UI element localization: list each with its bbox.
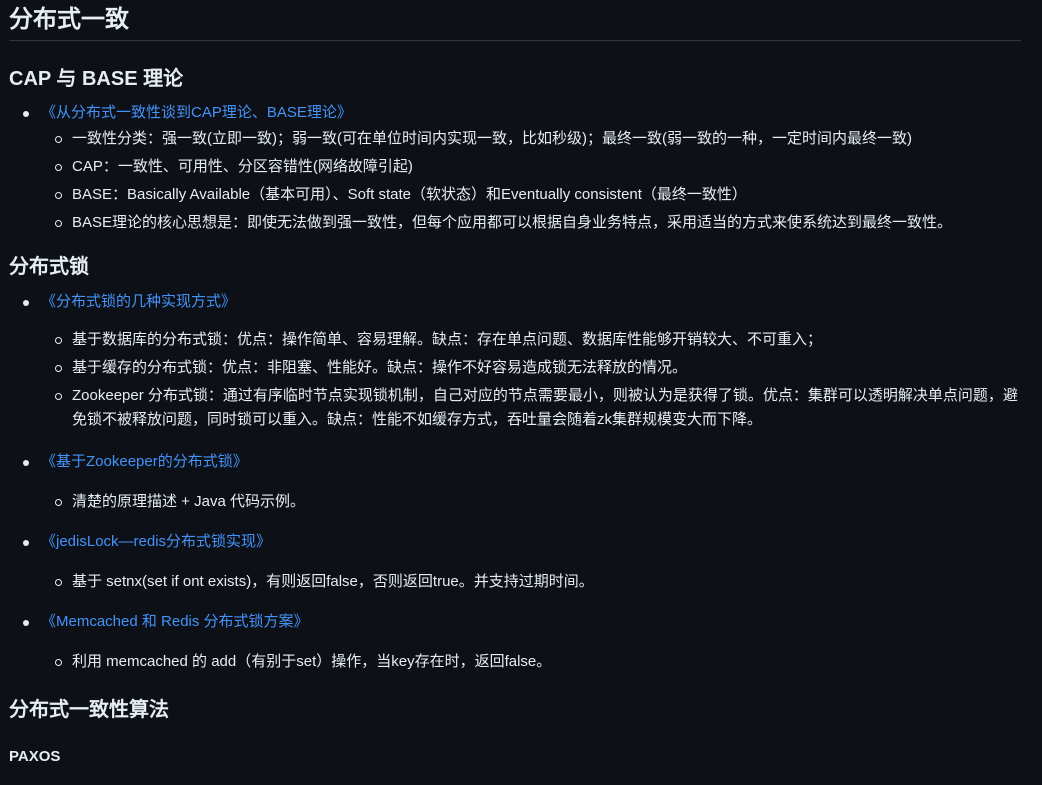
sub-item-text: BASE理论的核心思想是：即使无法做到强一致性，但每个应用都可以根据自身业务特点… — [72, 214, 953, 231]
sub-item-text: BASE：Basically Available（基本可用）、Soft stat… — [72, 186, 747, 203]
sub-item-text: 基于缓存的分布式锁：优点：非阻塞、性能好。缺点：操作不好容易造成锁无法释放的情况… — [72, 359, 688, 376]
title-divider — [9, 40, 1021, 41]
list-item: 《分布式锁的几种实现方式》 基于数据库的分布式锁：优点：操作简单、容易理解。缺点… — [9, 290, 1021, 432]
sub-list: 一致性分类：强一致(立即一致)；弱一致(可在单位时间内实现一致，比如秒级)；最终… — [41, 127, 1021, 239]
sub-list-item: 一致性分类：强一致(立即一致)；弱一致(可在单位时间内实现一致，比如秒级)；最终… — [9, 127, 1021, 155]
document-page: 分布式一致 CAP 与 BASE 理论 《从分布式一致性谈到CAP理论、BASE… — [0, 0, 1021, 768]
sub-list-item: Zookeeper 分布式锁：通过有序临时节点实现锁机制，自己对应的节点需要最小… — [9, 384, 1018, 432]
sub-list: 基于数据库的分布式锁：优点：操作简单、容易理解。缺点：存在单点问题、数据库性能够… — [41, 328, 1021, 432]
sub-list-item: 基于数据库的分布式锁：优点：操作简单、容易理解。缺点：存在单点问题、数据库性能够… — [9, 328, 1021, 356]
link-memcached-redis-lock[interactable]: 《Memcached 和 Redis 分布式锁方案》 — [41, 613, 309, 630]
link-jedislock[interactable]: 《jedisLock—redis分布式锁实现》 — [41, 533, 271, 550]
sub-item-text: Zookeeper 分布式锁：通过有序临时节点实现锁机制，自己对应的节点需要最小… — [72, 387, 1018, 428]
list-item: 《从分布式一致性谈到CAP理论、BASE理论》 一致性分类：强一致(立即一致)；… — [9, 101, 1021, 239]
list-item: 《Memcached 和 Redis 分布式锁方案》 利用 memcached … — [9, 610, 1021, 674]
sub-list-item: BASE：Basically Available（基本可用）、Soft stat… — [9, 183, 1021, 211]
sub-list-item: 利用 memcached 的 add（有别于set）操作，当key存在时，返回f… — [9, 650, 1021, 674]
sub-list-item: BASE理论的核心思想是：即使无法做到强一致性，但每个应用都可以根据自身业务特点… — [9, 211, 1021, 239]
section-heading-consistency-algorithms: 分布式一致性算法 — [9, 699, 169, 721]
sub-list: 清楚的原理描述 + Java 代码示例。 — [41, 490, 1021, 514]
sub-item-text: 基于 setnx(set if ont exists)，有则返回false，否则… — [72, 573, 594, 590]
section-heading-distributed-lock: 分布式锁 — [9, 256, 89, 278]
sub-list-item: CAP：一致性、可用性、分区容错性(网络故障引起) — [9, 155, 1021, 183]
section-heading-cap-base: CAP 与 BASE 理论 — [9, 68, 184, 90]
sub-list: 利用 memcached 的 add（有别于set）操作，当key存在时，返回f… — [41, 650, 1021, 674]
page-title: 分布式一致 — [9, 6, 129, 33]
sub-item-text: 一致性分类：强一致(立即一致)；弱一致(可在单位时间内实现一致，比如秒级)；最终… — [72, 130, 912, 147]
sub-item-text: 清楚的原理描述 + Java 代码示例。 — [72, 493, 305, 510]
link-zookeeper-lock[interactable]: 《基于Zookeeper的分布式锁》 — [41, 453, 248, 470]
subheading-paxos: PAXOS — [9, 748, 61, 765]
sub-list-item: 基于 setnx(set if ont exists)，有则返回false，否则… — [9, 570, 1021, 594]
list-item: 《jedisLock—redis分布式锁实现》 基于 setnx(set if … — [9, 530, 1021, 594]
sub-item-text: 基于数据库的分布式锁：优点：操作简单、容易理解。缺点：存在单点问题、数据库性能够… — [72, 331, 823, 348]
cap-base-list: 《从分布式一致性谈到CAP理论、BASE理论》 一致性分类：强一致(立即一致)；… — [9, 101, 1021, 239]
link-cap-base-article[interactable]: 《从分布式一致性谈到CAP理论、BASE理论》 — [41, 104, 352, 121]
sub-list-item: 基于缓存的分布式锁：优点：非阻塞、性能好。缺点：操作不好容易造成锁无法释放的情况… — [9, 356, 1021, 384]
link-lock-implementations[interactable]: 《分布式锁的几种实现方式》 — [41, 293, 236, 310]
sub-list: 基于 setnx(set if ont exists)，有则返回false，否则… — [41, 570, 1021, 594]
list-item: 《基于Zookeeper的分布式锁》 清楚的原理描述 + Java 代码示例。 — [9, 450, 1021, 514]
sub-item-text: 利用 memcached 的 add（有别于set）操作，当key存在时，返回f… — [72, 653, 552, 670]
sub-list-item: 清楚的原理描述 + Java 代码示例。 — [9, 490, 1021, 514]
sub-item-text: CAP：一致性、可用性、分区容错性(网络故障引起) — [72, 158, 413, 175]
distributed-lock-list: 《分布式锁的几种实现方式》 基于数据库的分布式锁：优点：操作简单、容易理解。缺点… — [9, 290, 1021, 674]
